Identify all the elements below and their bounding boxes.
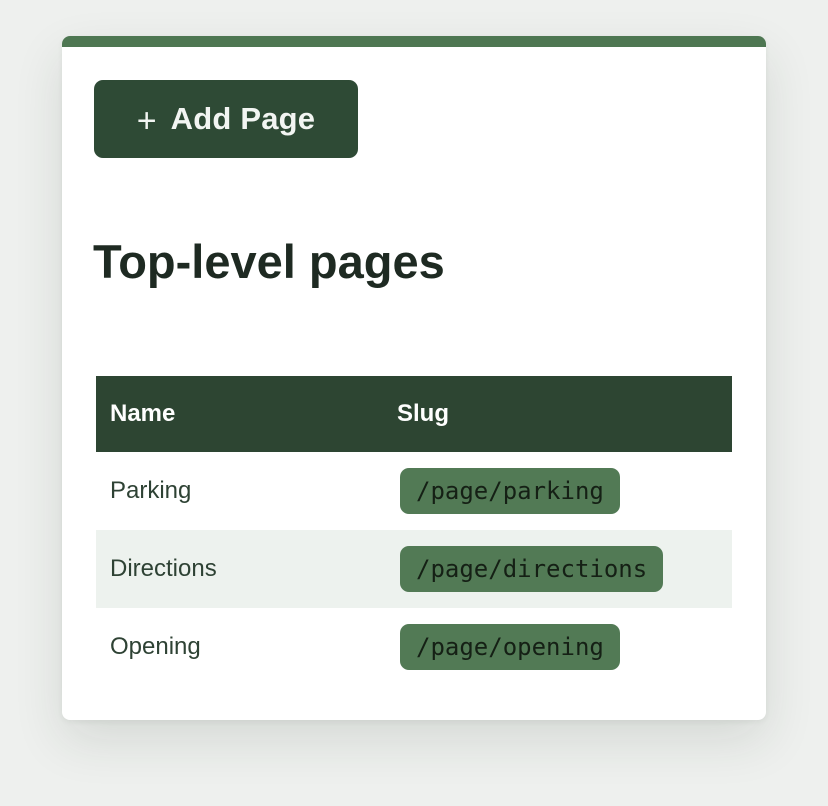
page-name-cell: Parking bbox=[110, 477, 192, 504]
slug-cell: /page/parking bbox=[383, 452, 732, 530]
table-row[interactable]: Parking /page/parking bbox=[96, 452, 732, 530]
pages-table: Name Slug Parking /page/parking Directio… bbox=[96, 376, 732, 686]
table-row[interactable]: Directions /page/directions bbox=[96, 530, 732, 608]
page-name-cell: Opening bbox=[110, 633, 201, 660]
pages-card: + Add Page Top-level pages Name Slug Par… bbox=[62, 36, 766, 720]
slug-link[interactable]: /page/directions bbox=[400, 546, 664, 592]
slug-link[interactable]: /page/parking bbox=[400, 468, 620, 514]
column-header-name: Name bbox=[96, 376, 383, 452]
slug-link[interactable]: /page/opening bbox=[400, 624, 620, 670]
slug-cell: /page/directions bbox=[383, 530, 732, 608]
column-header-slug: Slug bbox=[383, 376, 732, 452]
plus-icon: + bbox=[136, 102, 157, 140]
slug-cell: /page/opening bbox=[383, 608, 732, 686]
add-page-button[interactable]: + Add Page bbox=[94, 80, 358, 158]
card-accent-bar bbox=[62, 36, 766, 47]
section-title: Top-level pages bbox=[93, 235, 445, 288]
add-page-label: Add Page bbox=[170, 101, 316, 136]
page-name-cell: Directions bbox=[96, 530, 383, 608]
table-header-row: Name Slug bbox=[96, 376, 732, 452]
table-row[interactable]: Opening /page/opening bbox=[96, 608, 732, 686]
